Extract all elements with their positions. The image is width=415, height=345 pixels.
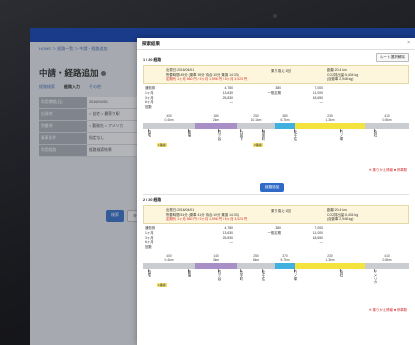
section-divider [143, 194, 409, 195]
station-name[interactable]: 四ツ谷 [217, 270, 221, 280]
station-name[interactable]: 北千住 [293, 130, 297, 140]
station-name[interactable]: 竹ノ塚 [339, 130, 343, 140]
summary-line: (自動車 2,948 kg) [327, 77, 354, 82]
fare-cell: 一般定期 [267, 230, 281, 235]
station-name[interactable]: 自宅 [147, 270, 151, 277]
fare-cell: — [319, 100, 323, 105]
station-name[interactable]: 九段下 [239, 130, 243, 140]
route-title: 1 / 20 経路 [143, 58, 162, 62]
route-title: 2 / 20 経路 [143, 198, 162, 202]
summary-right: 距離:20.4 km CO2排出量:5,404 kg (自動車 2,948 kg) [327, 208, 358, 222]
station-name[interactable]: アメリカ [373, 270, 377, 284]
platform-badge: 1番線 [157, 283, 167, 287]
segment-distance: 0.8km [382, 258, 392, 262]
segment-distance: 1.3km [325, 258, 335, 262]
summary-line: 定期代 1ヶ月 560 円 / 3ヶ月 1,596 円 / 6ヶ月 3,023 … [166, 217, 248, 222]
station-name[interactable]: 自宅 [147, 130, 151, 137]
station-name[interactable]: 新宿 [187, 130, 191, 137]
modal-header: 探索結果 × [137, 38, 415, 50]
segment-distance: 0.4km [164, 118, 174, 122]
segment-distance: 5.7km [280, 258, 290, 262]
legend-note: ※ 乗りかえ情報 ■ 停車駅 [368, 308, 407, 312]
summary-line: (自動車 2,948 kg) [327, 217, 354, 222]
station-name[interactable]: 大手町 [239, 270, 243, 280]
segment-distance: 1.3km [325, 118, 335, 122]
fare-label: 回数 [145, 105, 152, 110]
segment-distance: 0.4km [164, 258, 174, 262]
fare-column: 4,780 13,630 25,830— [203, 86, 233, 105]
camera-icon [273, 14, 277, 18]
legend-note: ※ 乗りかえ情報 ■ 停車駅 [368, 168, 407, 172]
fare-label: 1ヶ月 [145, 90, 154, 95]
summary-transfer: 乗り換え:1回 [271, 69, 291, 73]
platform-badge: 1番線 [157, 143, 167, 147]
fare-cell: — [229, 100, 233, 105]
fare-column: 7,000 11,000 18,650— [293, 226, 323, 245]
fare-column: 4,780 13,630 25,830— [203, 226, 233, 245]
summary-line: 定期代 1ヶ月 560 円 / 3ヶ月 1,596 円 / 6ヶ月 3,023 … [166, 77, 248, 82]
station-name[interactable]: 竹ノ塚 [293, 270, 297, 280]
station-name[interactable]: 会社 [373, 130, 377, 137]
route-result: 2 / 20 経路出発日:2016/04/01 所要時間:51分 (乗車 41分 … [143, 198, 409, 312]
segment-distance: 8km [252, 258, 260, 262]
fare-column: 380 一般定期 [251, 226, 281, 236]
fare-label: 回数 [145, 245, 152, 250]
segment-distances: 400 0.4km 140 3km 250 8km 370 5.7km 230 1.3km 410 0… [143, 254, 409, 263]
route-result: 1 / 20 経路出発日:2016/04/01 所要時間:49分 (乗車 39分 … [143, 58, 409, 172]
route-summary: 出発日:2016/04/01 所要時間:51分 (乗車 41分 待合:10分 乗換… [143, 205, 409, 224]
segment-distance: 10.1km [250, 118, 262, 122]
station-list: 自宅 新宿 四ツ谷 大手町 北千住 竹ノ塚 会社 アメリカ 1番線 [143, 269, 409, 295]
segment-distance: 3km [212, 258, 220, 262]
route-summary: 出発日:2016/04/01 所要時間:49分 (乗車 39分 待合:10分 乗換… [143, 65, 409, 84]
fare-cell: — [319, 240, 323, 245]
summary-left: 出発日:2016/04/01 所要時間:51分 (乗車 41分 待合:10分 乗換… [166, 208, 247, 222]
close-icon[interactable]: × [407, 40, 410, 46]
station-name[interactable]: 四ツ谷 [217, 130, 221, 140]
summary-left: 出発日:2016/04/01 所要時間:49分 (乗車 39分 待合:10分 乗換… [166, 68, 247, 82]
route-result-modal: 探索結果 × ルート選択解除 1 / 20 経路 出発日:2016/04/01 所要… [137, 38, 415, 345]
summary-right: 距離:20.4 km CO2排出量:5,404 kg (自動車 2,948 kg) [327, 68, 358, 82]
summary-transfer: 乗り換え:1回 [271, 209, 291, 213]
screen: HOME ＞ 経路一覧 ＞ 中請・経路追加 中請・経路追加 経路検索 経路入力 … [30, 28, 415, 345]
fare-table: 通勤券 1ヶ月 3ヶ月 6ヶ月 回数 4,780 13,630 25,830—380 一般定期 7… [143, 224, 409, 254]
add-route-button[interactable]: 経路追加 [260, 183, 285, 192]
platform-badge: 2番線 [253, 143, 263, 147]
fare-cell: — [229, 240, 233, 245]
segment-distance: 0.8km [382, 118, 392, 122]
station-list: 自宅 新宿 四ツ谷 九段下 神保町 北千住 竹ノ塚 会社 1番線 2番線 [143, 129, 409, 155]
segment-distance: 2km [212, 118, 220, 122]
fare-column: 380 一般定期 [251, 86, 281, 96]
station-name[interactable]: 神保町 [261, 130, 265, 140]
station-name[interactable]: 北千住 [261, 270, 265, 280]
fare-label: 1ヶ月 [145, 230, 154, 235]
segment-distances: 400 0.4km 180 2km 250 10.1km 380 6.7km 230 1.3km 4… [143, 114, 409, 123]
segment-distance: 6.7km [280, 118, 290, 122]
fare-cell: 一般定期 [267, 90, 281, 95]
modal-title: 探索結果 [142, 41, 160, 46]
station-name[interactable]: 新宿 [187, 270, 191, 277]
fare-column: 7,000 11,000 18,650— [293, 86, 323, 105]
station-name[interactable]: 会社 [339, 270, 343, 277]
fare-table: 通勤券 1ヶ月 3ヶ月 6ヶ月 回数 4,780 13,630 25,830—380 一般定期 7… [143, 84, 409, 114]
